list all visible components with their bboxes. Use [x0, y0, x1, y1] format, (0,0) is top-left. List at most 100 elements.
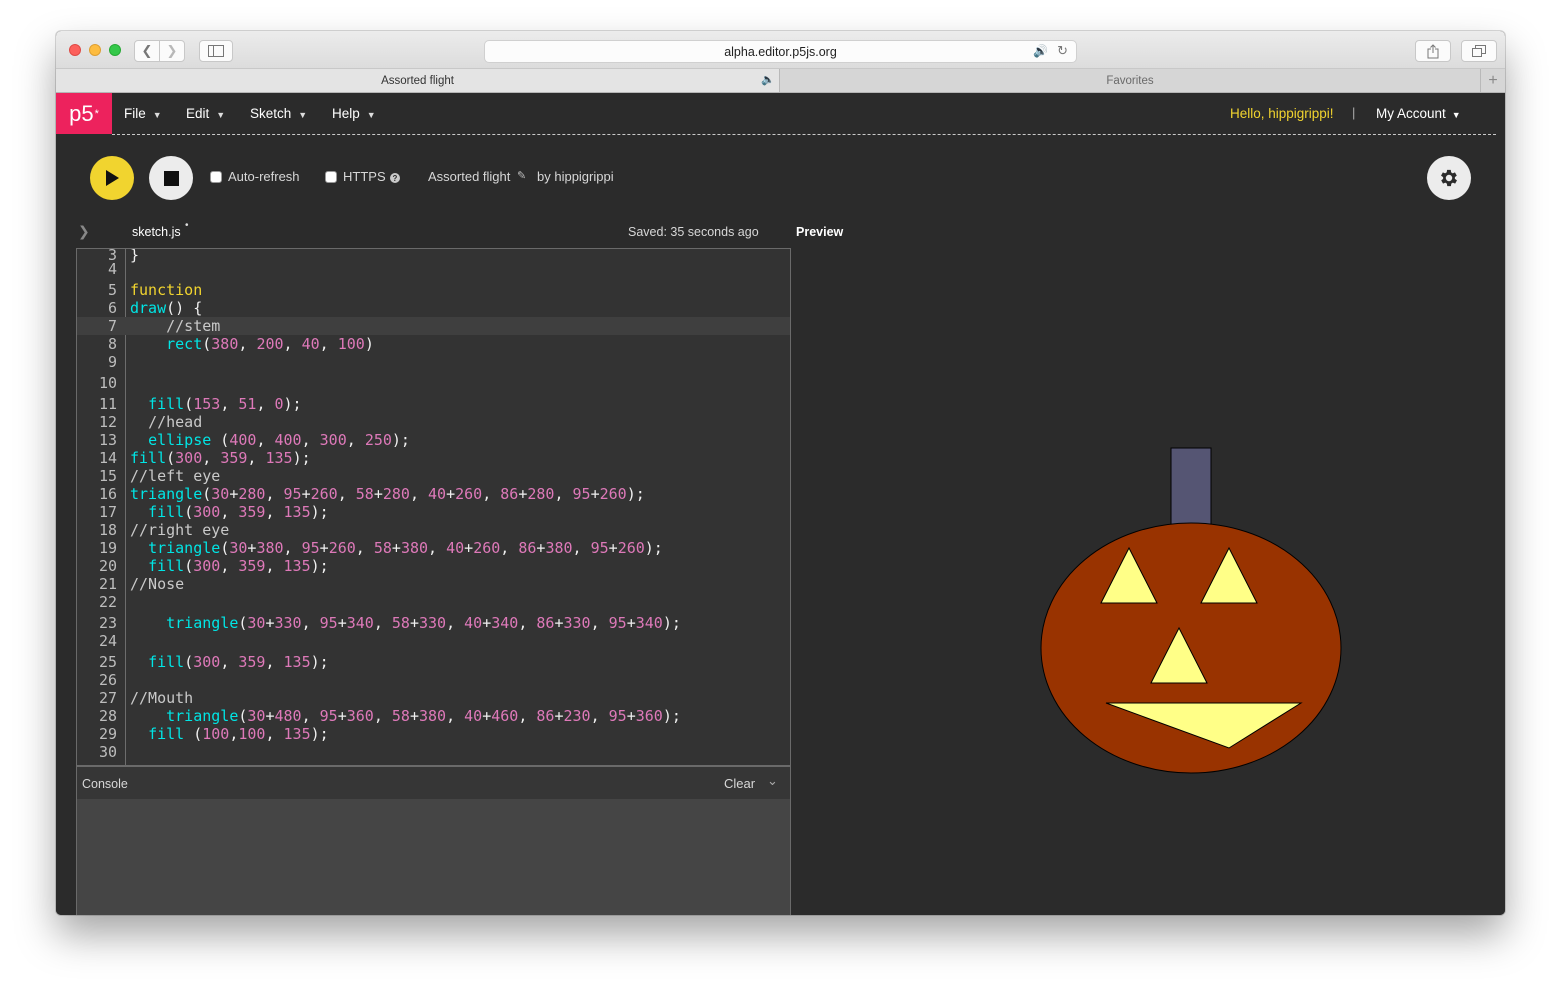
code-line[interactable]: 28 triangle(30+480, 95+360, 58+380, 40+4… — [77, 707, 790, 725]
code-line[interactable]: 15 //left eye — [77, 467, 790, 485]
https-checkbox[interactable] — [325, 171, 337, 183]
menu-file[interactable]: File ▼ — [124, 106, 162, 121]
show-all-tabs-button[interactable] — [1461, 40, 1497, 62]
tab-audio-icon[interactable]: 🔈 — [761, 73, 775, 86]
code-line[interactable]: 29 fill (100,100, 135); — [77, 725, 790, 743]
my-account-menu[interactable]: My Account ▼ — [1376, 106, 1461, 121]
menu-sketch[interactable]: Sketch ▼ — [250, 106, 307, 121]
show-sidebar-button[interactable] — [199, 40, 233, 62]
line-number: 4 — [107, 260, 117, 278]
line-number: 25 — [98, 653, 117, 671]
sidebar-icon — [208, 45, 224, 57]
line-number: 26 — [98, 671, 117, 689]
code-line[interactable]: 9 — [77, 353, 790, 371]
tab-bar: Assorted flight 🔈 Favorites + — [56, 69, 1505, 93]
code-line[interactable]: 26 — [77, 671, 790, 689]
expand-sidebar-icon[interactable]: ❯ — [78, 223, 90, 240]
chevron-down-icon[interactable]: ⌄ — [767, 773, 778, 789]
code-line[interactable]: 18 //right eye — [77, 521, 790, 539]
code-line[interactable]: 23 triangle(30+330, 95+340, 58+330, 40+3… — [77, 614, 790, 632]
line-number: 21 — [98, 575, 117, 593]
code-text: triangle(30+480, 95+360, 58+380, 40+460,… — [166, 707, 681, 725]
project-name[interactable]: Assorted flight — [428, 169, 510, 184]
line-number: 16 — [98, 485, 117, 503]
line-number: 30 — [98, 743, 117, 761]
gear-icon — [1441, 169, 1457, 187]
line-number: 8 — [107, 335, 117, 353]
code-editor[interactable]: 3} 4 5 function 6 draw() {7 //stem 8 rect(380,… — [76, 248, 791, 766]
back-button[interactable]: ❮ — [134, 40, 160, 62]
menu-edit[interactable]: Edit ▼ — [186, 106, 225, 121]
pumpkin-head — [1040, 522, 1342, 774]
share-button[interactable] — [1415, 40, 1451, 62]
code-line[interactable]: 22 — [77, 593, 790, 611]
new-tab-button[interactable]: + — [1480, 69, 1505, 92]
code-line[interactable]: 8 rect(380, 200, 40, 100) — [77, 335, 790, 353]
code-line[interactable]: 11 fill(153, 51, 0); — [77, 395, 790, 413]
chevron-left-icon: ❮ — [141, 43, 153, 58]
pencil-icon[interactable]: ✎ — [517, 169, 526, 182]
play-icon — [106, 170, 119, 186]
code-line[interactable]: 24 — [77, 632, 790, 650]
auto-refresh-label: Auto-refresh — [228, 169, 300, 184]
line-number: 7 — [107, 317, 117, 335]
code-text: function — [130, 281, 203, 299]
nav-separator: | — [1352, 105, 1356, 120]
code-line[interactable]: 20 fill(300, 359, 135); — [77, 557, 790, 575]
code-text: //stem — [166, 317, 221, 335]
code-text: fill(300, 359, 135); — [148, 653, 329, 671]
line-number: 29 — [98, 725, 117, 743]
preview-canvas[interactable] — [796, 248, 1496, 915]
code-line[interactable]: 12 //head — [77, 413, 790, 431]
code-text: fill(300, 359, 135); — [148, 557, 329, 575]
line-number: 24 — [98, 632, 117, 650]
line-number: 20 — [98, 557, 117, 575]
code-line[interactable]: 25 fill(300, 359, 135); — [77, 653, 790, 671]
code-line[interactable]: 13 ellipse (400, 400, 300, 250); — [77, 431, 790, 449]
address-bar[interactable]: alpha.editor.p5js.org 🔊 ↻ — [484, 40, 1077, 63]
forward-button[interactable]: ❯ — [159, 40, 185, 62]
project-owner: by hippigrippi — [537, 169, 614, 184]
code-line[interactable]: 30 — [77, 743, 790, 761]
code-line[interactable]: 16 triangle(30+280, 95+260, 58+280, 40+26… — [77, 485, 790, 503]
code-line[interactable]: 4 — [77, 260, 790, 278]
code-line[interactable]: 6 draw() { — [77, 299, 790, 317]
maximize-window-button[interactable] — [109, 44, 121, 56]
line-number: 10 — [98, 374, 117, 392]
tab-favorites[interactable]: Favorites — [781, 69, 1479, 92]
code-line[interactable]: 19 triangle(30+380, 95+260, 58+380, 40+2… — [77, 539, 790, 557]
code-text: //left eye — [130, 467, 221, 485]
code-line[interactable]: 14 fill(300, 359, 135); — [77, 449, 790, 467]
code-line[interactable]: 7 //stem — [77, 317, 790, 335]
code-text: //Nose — [130, 575, 185, 593]
caret-down-icon: ▼ — [298, 110, 308, 120]
code-text: draw() { — [130, 299, 203, 317]
code-text: fill(153, 51, 0); — [148, 395, 302, 413]
line-number: 14 — [98, 449, 117, 467]
unsaved-indicator: • — [185, 220, 189, 231]
tab-assorted-flight[interactable]: Assorted flight 🔈 — [56, 69, 780, 92]
code-text: //Mouth — [130, 689, 194, 707]
code-text: triangle(30+280, 95+260, 58+280, 40+260,… — [130, 485, 645, 503]
code-line[interactable]: 5 function — [77, 281, 790, 299]
code-line[interactable]: 21 //Nose — [77, 575, 790, 593]
console-label: Console — [82, 777, 128, 791]
menu-help[interactable]: Help ▼ — [332, 106, 376, 121]
reload-icon[interactable]: ↻ — [1057, 43, 1068, 59]
close-window-button[interactable] — [69, 44, 81, 56]
help-icon[interactable]: ? — [390, 173, 400, 183]
stop-button[interactable] — [149, 156, 193, 200]
auto-refresh-checkbox[interactable] — [210, 171, 222, 183]
tab-label: Favorites — [1106, 74, 1154, 87]
code-line[interactable]: 17 fill(300, 359, 135); — [77, 503, 790, 521]
file-tab-sketch-js[interactable]: sketch.js — [132, 225, 181, 239]
code-line[interactable]: 27 //Mouth — [77, 689, 790, 707]
code-text: //head — [148, 413, 203, 431]
p5-logo[interactable]: p5 * — [56, 93, 112, 134]
console-clear-button[interactable]: Clear — [724, 776, 755, 791]
audio-playing-icon[interactable]: 🔊 — [1033, 44, 1048, 58]
settings-button[interactable] — [1427, 156, 1471, 200]
play-button[interactable] — [90, 156, 134, 200]
code-line[interactable]: 10 — [77, 374, 790, 392]
minimize-window-button[interactable] — [89, 44, 101, 56]
